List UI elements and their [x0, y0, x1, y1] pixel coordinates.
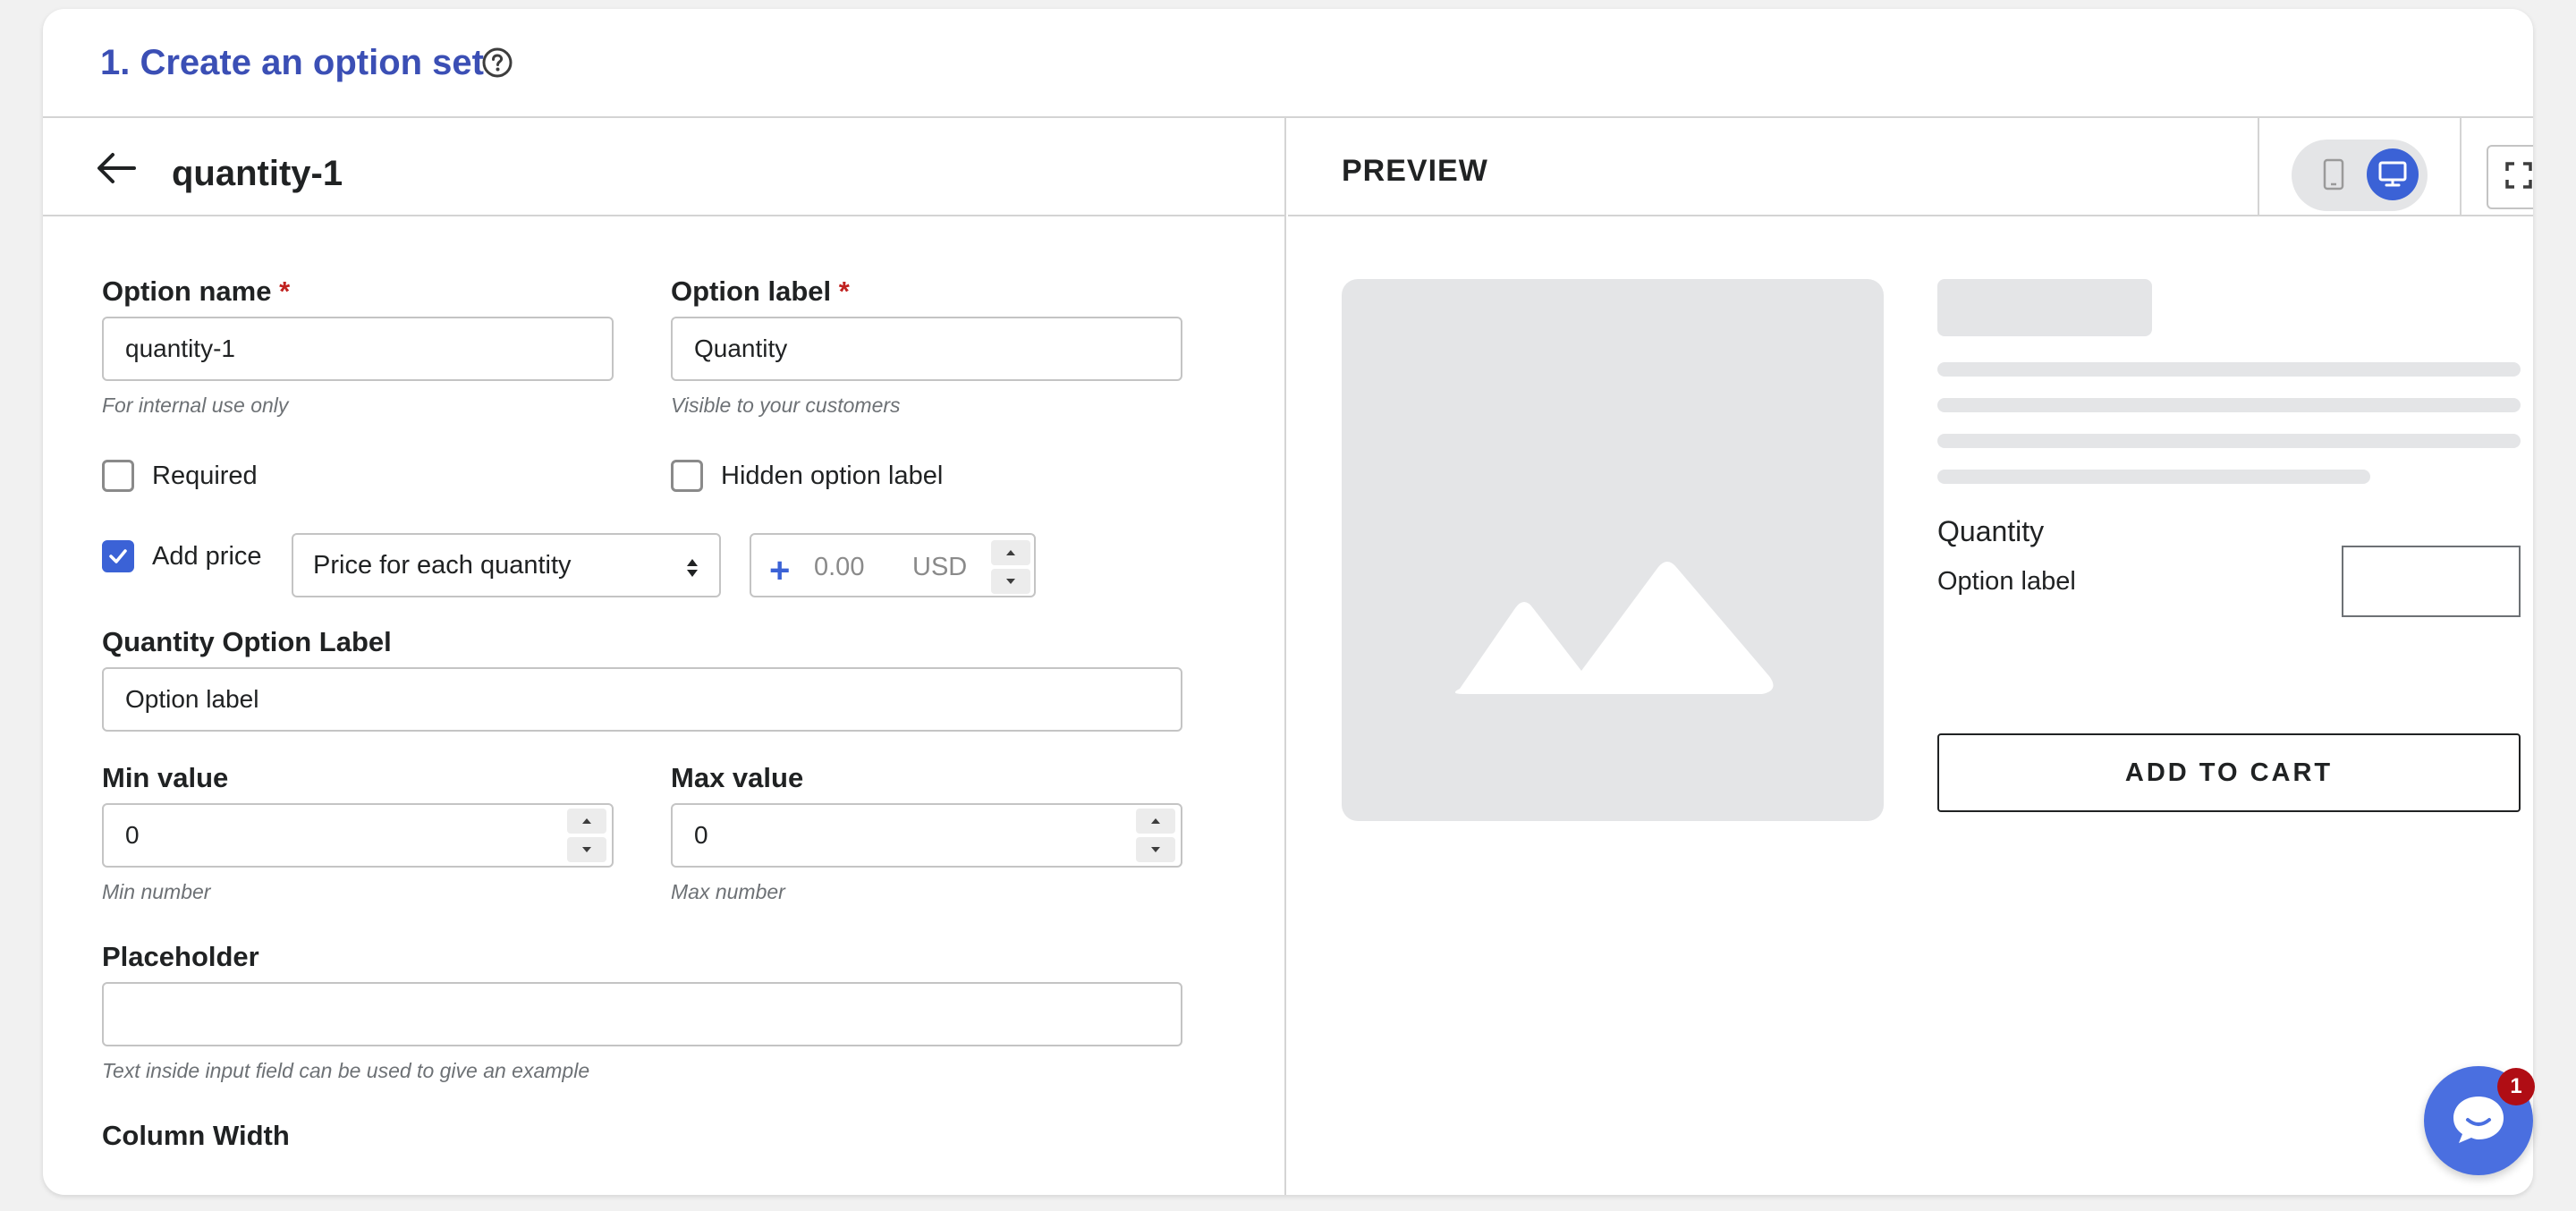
card-header: 1. Create an option set [43, 9, 2533, 118]
skeleton-line [1937, 398, 2521, 412]
option-name-label-text: Option name [102, 275, 272, 307]
preview-title: PREVIEW [1342, 154, 1488, 188]
preview-quantity-label: Quantity [1937, 515, 2045, 547]
min-value-field [102, 803, 614, 868]
question-circle-icon[interactable] [481, 47, 513, 79]
column-width-label: Column Width [102, 1120, 290, 1151]
stepper-down-icon[interactable] [991, 569, 1030, 594]
mobile-icon[interactable] [2313, 154, 2354, 195]
price-type-value: Price for each quantity [313, 550, 572, 580]
stepper-up-icon[interactable] [567, 809, 606, 834]
min-value-stepper[interactable] [567, 809, 606, 862]
skeleton-line [1937, 470, 2370, 484]
placeholder-input[interactable] [102, 982, 1182, 1046]
option-set-card: 1. Create an option set quantity-1 Optio… [43, 9, 2533, 1195]
preview-option-label: Option label [1937, 567, 2076, 596]
editor-pane: quantity-1 Option name * For internal us… [43, 118, 1286, 1195]
price-amount-placeholder: 0.00 [814, 553, 865, 581]
option-label-help: Visible to your customers [671, 394, 901, 417]
required-checkbox-row[interactable]: Required [102, 460, 258, 492]
notification-badge: 1 [2497, 1068, 2535, 1105]
placeholder-label: Placeholder [102, 941, 259, 972]
fullscreen-button[interactable] [2487, 145, 2533, 209]
stepper-down-icon[interactable] [1136, 837, 1175, 862]
skeleton-title [1937, 279, 2152, 336]
arrow-left-icon[interactable] [95, 152, 136, 184]
min-value-label: Min value [102, 762, 229, 793]
required-checkbox-label: Required [152, 461, 258, 490]
device-toggle [2292, 140, 2428, 211]
option-label-label-text: Option label [671, 275, 832, 307]
editor-header: quantity-1 [43, 118, 1284, 216]
option-title: quantity-1 [172, 154, 343, 193]
hidden-label-checkbox-row[interactable]: Hidden option label [671, 460, 943, 492]
add-to-cart-button[interactable]: ADD TO CART [1937, 733, 2521, 812]
add-price-checkbox-row[interactable]: Add price [102, 540, 262, 572]
price-type-select[interactable]: Price for each quantity [292, 533, 721, 597]
plus-icon[interactable]: + [769, 551, 790, 591]
max-value-stepper[interactable] [1136, 809, 1175, 862]
option-label-input[interactable] [671, 317, 1182, 381]
hidden-label-checkbox-label: Hidden option label [721, 461, 944, 490]
min-value-help: Min number [102, 880, 211, 903]
product-image-placeholder [1342, 279, 1884, 821]
hidden-label-checkbox[interactable] [671, 460, 703, 492]
preview-pane: PREVIEW Quantity Option label ADD TO CAR… [1288, 118, 2533, 1195]
max-value-label: Max value [671, 762, 804, 793]
card-title: 1. Create an option set [100, 43, 484, 82]
divider [2258, 118, 2259, 216]
price-stepper[interactable] [991, 540, 1030, 594]
stepper-up-icon[interactable] [1136, 809, 1175, 834]
price-amount-input[interactable]: + 0.00 USD [750, 533, 1036, 597]
desktop-icon[interactable] [2367, 148, 2419, 200]
add-price-checkbox[interactable] [102, 540, 134, 572]
currency-label: USD [912, 553, 968, 581]
quantity-option-label-label: Quantity Option Label [102, 626, 392, 657]
add-price-label: Add price [152, 541, 262, 571]
max-value-help: Max number [671, 880, 785, 903]
required-star: * [279, 275, 291, 307]
placeholder-help: Text inside input field can be used to g… [102, 1059, 590, 1082]
min-value-input[interactable] [102, 803, 614, 868]
select-caret-icon [685, 556, 699, 586]
stepper-up-icon[interactable] [991, 540, 1030, 565]
option-label-label: Option label * [671, 275, 850, 308]
divider [2460, 118, 2462, 216]
max-value-input[interactable] [671, 803, 1182, 868]
required-checkbox[interactable] [102, 460, 134, 492]
preview-quantity-input[interactable] [2342, 546, 2521, 617]
skeleton-line [1937, 434, 2521, 448]
quantity-option-label-input[interactable] [102, 667, 1182, 732]
preview-header: PREVIEW [1288, 118, 2533, 216]
max-value-field [671, 803, 1182, 868]
option-name-help: For internal use only [102, 394, 289, 417]
required-star: * [838, 275, 850, 307]
skeleton-line [1937, 362, 2521, 377]
chat-icon [2450, 1093, 2507, 1149]
option-name-label: Option name * [102, 275, 290, 308]
fullscreen-icon [2504, 161, 2533, 194]
option-name-input[interactable] [102, 317, 614, 381]
stepper-down-icon[interactable] [567, 837, 606, 862]
